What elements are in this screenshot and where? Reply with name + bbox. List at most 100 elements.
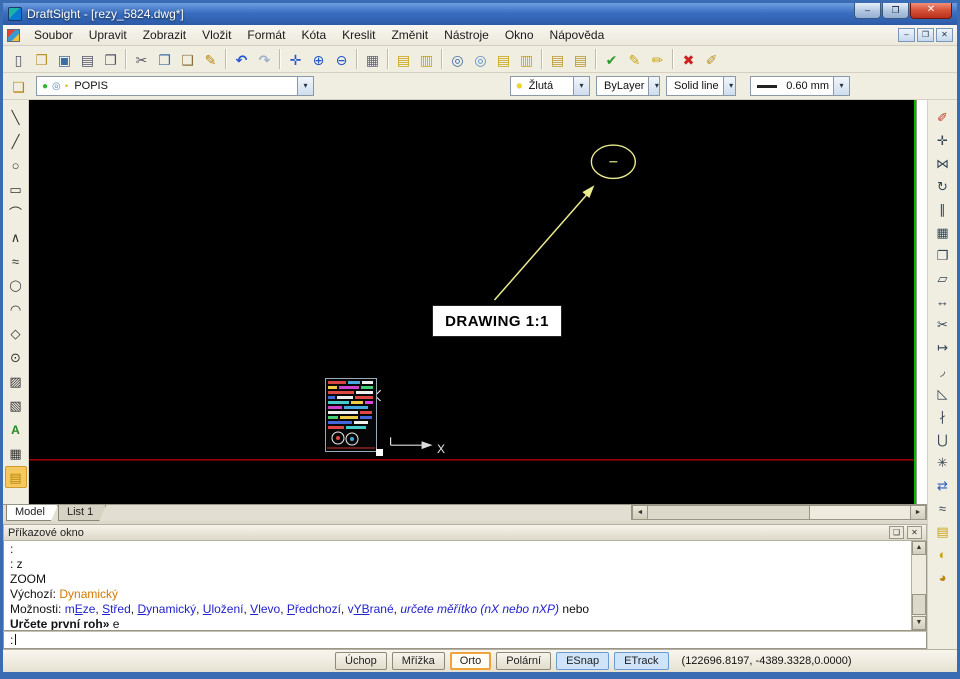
mirror-tool[interactable]: ⋈ <box>932 152 954 174</box>
annotate-icon[interactable]: ✏ <box>646 48 669 70</box>
linestyle-combo[interactable]: ByLayer ▾ <box>596 76 660 96</box>
purge-icon[interactable]: ◕ <box>932 566 954 588</box>
chevron-down-icon[interactable]: ▾ <box>722 77 735 95</box>
snap-settings-icon[interactable]: ▦ <box>361 48 384 70</box>
status-orto[interactable]: Orto <box>449 652 492 670</box>
maximize-button[interactable]: ❐ <box>882 3 909 19</box>
menu-okno[interactable]: Okno <box>497 26 542 44</box>
layer-tools-icon[interactable]: ▥ <box>515 48 538 70</box>
close-icon[interactable]: ✕ <box>907 526 922 539</box>
redo-icon[interactable]: ↷ <box>253 48 276 70</box>
polyline-tool[interactable]: ∧ <box>5 226 27 248</box>
check-standards-icon[interactable]: ✔ <box>600 48 623 70</box>
ellipse-tool[interactable]: ◯ <box>5 274 27 296</box>
paste-icon[interactable]: ❑ <box>176 48 199 70</box>
spline-tool[interactable]: ≈ <box>5 250 27 272</box>
linetype-combo[interactable]: Solid line ▾ <box>666 76 736 96</box>
child-restore-button[interactable]: ❐ <box>917 28 934 42</box>
circle-tool[interactable]: ○ <box>5 154 27 176</box>
trim-tool[interactable]: ✂ <box>932 313 954 335</box>
chevron-down-icon[interactable]: ▾ <box>833 77 849 95</box>
new-icon[interactable]: ▯ <box>7 48 30 70</box>
vscroll-thumb[interactable] <box>912 594 926 615</box>
line-tool[interactable]: ╲ <box>5 106 27 128</box>
zoom-back-icon[interactable]: ⊖ <box>330 48 353 70</box>
extend-tool[interactable]: ↦ <box>932 336 954 358</box>
brightness-icon[interactable]: ◐ <box>932 543 954 565</box>
scroll-right-icon[interactable]: ► <box>910 506 926 519</box>
edit-polyline-tool[interactable]: ≈ <box>932 497 954 519</box>
delete-tool-icon[interactable]: ✖ <box>677 48 700 70</box>
scale-tool[interactable]: ▱ <box>932 267 954 289</box>
offset-tool[interactable]: ∥ <box>932 198 954 220</box>
sheet-icon[interactable]: ▤ <box>546 48 569 70</box>
layer-states-icon[interactable]: ▤ <box>492 48 515 70</box>
hatch-tool[interactable]: ▨ <box>5 370 27 392</box>
layer-combo[interactable]: ● ◎ ▪ POPIS ▾ <box>36 76 314 96</box>
color-combo[interactable]: ● Žlutá ▾ <box>510 76 590 96</box>
scroll-down-icon[interactable]: ▼ <box>912 616 926 630</box>
float-icon[interactable]: ❏ <box>889 526 904 539</box>
layer-sheet-icon[interactable]: ▤ <box>932 520 954 542</box>
print-preview-icon[interactable]: ❐ <box>99 48 122 70</box>
clean-screen-icon[interactable]: ✐ <box>700 48 723 70</box>
rectangle-tool[interactable]: ▭ <box>5 178 27 200</box>
weld-tool[interactable]: ⋃ <box>932 428 954 450</box>
arc-tool[interactable]: ⌒ <box>5 202 27 224</box>
scroll-up-icon[interactable]: ▲ <box>912 541 926 555</box>
region-tool[interactable]: ▧ <box>5 394 27 416</box>
status-uchop[interactable]: Úchop <box>335 652 387 670</box>
pan-icon[interactable]: ✛ <box>284 48 307 70</box>
chevron-down-icon[interactable]: ▾ <box>648 77 659 95</box>
status-mrizka[interactable]: Mřížka <box>391 652 445 670</box>
edit-standards-icon[interactable]: ✎ <box>623 48 646 70</box>
zoom-dynamic-icon[interactable]: ⊕ <box>307 48 330 70</box>
canvas-scroll-strip[interactable] <box>916 100 927 504</box>
menu-nastroje[interactable]: Nástroje <box>436 26 497 44</box>
stretch-tool[interactable]: ↔ <box>932 290 954 312</box>
lineweight-combo[interactable]: 0.60 mm ▾ <box>750 76 850 96</box>
menu-vlozit[interactable]: Vložit <box>194 26 239 44</box>
menu-soubor[interactable]: Soubor <box>26 26 81 44</box>
scroll-left-icon[interactable]: ◄ <box>632 506 648 519</box>
link-icon[interactable]: ◎ <box>446 48 469 70</box>
menu-kota[interactable]: Kóta <box>293 26 334 44</box>
tab-list1[interactable]: List 1 <box>58 505 106 521</box>
tab-model[interactable]: Model <box>6 505 58 521</box>
close-button[interactable]: ✕ <box>910 3 952 19</box>
menu-zmenit[interactable]: Změnit <box>383 26 436 44</box>
horizontal-scrollbar[interactable]: ◄ ► <box>631 505 927 520</box>
save-icon[interactable]: ▣ <box>53 48 76 70</box>
explode-tool[interactable]: ✳ <box>932 451 954 473</box>
fillet-tool[interactable]: ◞ <box>932 359 954 381</box>
copy-icon[interactable]: ❐ <box>153 48 176 70</box>
copy-entity-tool[interactable]: ❐ <box>932 244 954 266</box>
note-tool[interactable]: ▤ <box>4 466 27 488</box>
format-painter-icon[interactable]: ✎ <box>199 48 222 70</box>
menu-format[interactable]: Formát <box>239 26 293 44</box>
rotate-tool[interactable]: ↻ <box>932 175 954 197</box>
hscroll-track[interactable] <box>648 506 910 519</box>
status-etrack[interactable]: ETrack <box>614 652 669 670</box>
ellipse-arc-tool[interactable]: ◠ <box>5 298 27 320</box>
chevron-down-icon[interactable]: ▾ <box>573 77 589 95</box>
erase-tool[interactable]: ✐ <box>932 106 954 128</box>
split-tool[interactable]: ∤ <box>932 405 954 427</box>
child-close-button[interactable]: ✕ <box>936 28 953 42</box>
table-tool[interactable]: ▦ <box>5 442 27 464</box>
menu-napoveda[interactable]: Nápověda <box>542 26 613 44</box>
text-tool[interactable]: A <box>5 418 27 440</box>
menu-upravit[interactable]: Upravit <box>81 26 135 44</box>
swap-arrows-icon[interactable]: ⇄ <box>932 474 954 496</box>
undo-icon[interactable]: ↶ <box>230 48 253 70</box>
layers-manager-icon[interactable]: ▤ <box>392 48 415 70</box>
chamfer-tool[interactable]: ◺ <box>932 382 954 404</box>
construction-line-tool[interactable]: ╱ <box>5 130 27 152</box>
point-tool[interactable]: ⊙ <box>5 346 27 368</box>
hscroll-thumb[interactable] <box>648 506 811 519</box>
pattern-tool[interactable]: ▦ <box>932 221 954 243</box>
link-frame-icon[interactable]: ◎ <box>469 48 492 70</box>
open-icon[interactable]: ❒ <box>30 48 53 70</box>
polygon-tool[interactable]: ◇ <box>5 322 27 344</box>
drawing-canvas[interactable]: DRAWING 1:1 X <box>29 100 916 504</box>
